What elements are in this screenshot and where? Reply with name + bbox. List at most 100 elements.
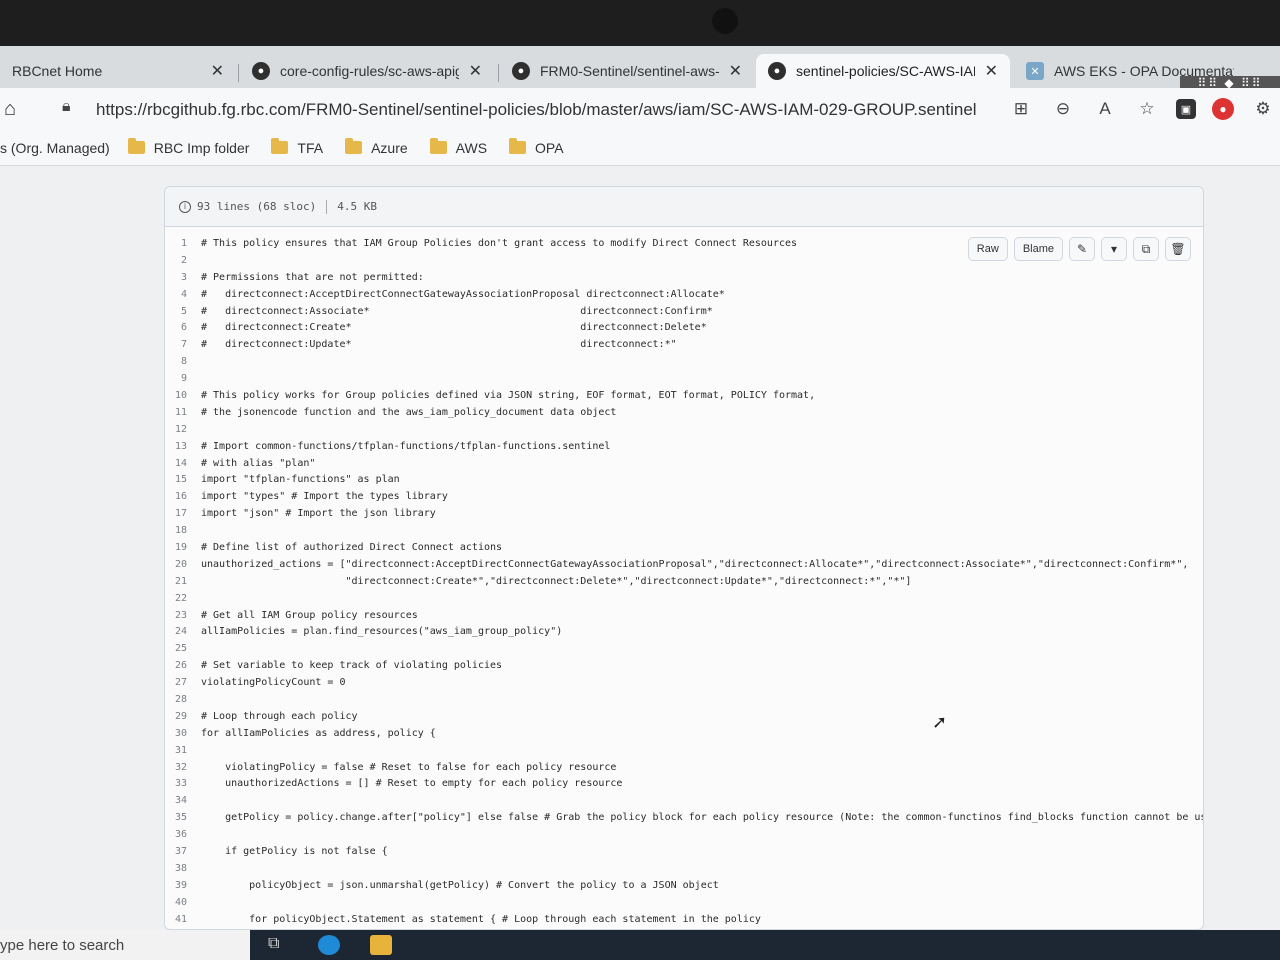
line-number[interactable]: 11 (165, 407, 201, 418)
line-number[interactable]: 1 (165, 238, 201, 249)
code-line: 12 (165, 421, 1203, 438)
close-icon[interactable]: ✕ (985, 61, 998, 81)
settings-icon[interactable]: ⚙ (1250, 96, 1276, 122)
line-number[interactable]: 20 (165, 559, 201, 570)
task-view-icon[interactable]: ⧉ (268, 935, 290, 955)
code-line: 34 (165, 792, 1203, 809)
code-line: 31 (165, 742, 1203, 759)
line-number[interactable]: 31 (165, 745, 201, 756)
folder-icon (127, 138, 145, 154)
line-number[interactable]: 24 (165, 626, 201, 637)
tab-divider (238, 64, 239, 82)
line-number[interactable]: 35 (165, 812, 201, 823)
line-number[interactable]: 17 (165, 508, 201, 519)
line-number[interactable]: 37 (165, 846, 201, 857)
code-line: 3 # Permissions that are not permitted: (165, 269, 1203, 286)
line-number[interactable]: 41 (165, 914, 201, 925)
file-explorer-icon[interactable] (370, 935, 392, 955)
zoom-icon[interactable]: ⊖ (1050, 96, 1076, 122)
line-number[interactable]: 21 (165, 576, 201, 587)
header-divider (326, 199, 328, 214)
mouse-cursor-icon: ➚ (932, 712, 948, 732)
line-number[interactable]: 39 (165, 880, 201, 891)
line-number[interactable]: 23 (165, 610, 201, 621)
line-number[interactable]: 33 (165, 778, 201, 789)
line-number[interactable]: 22 (165, 593, 201, 604)
line-number[interactable]: 7 (165, 339, 201, 350)
home-icon[interactable]: ⌂ (4, 98, 16, 121)
code-line: 25 (165, 640, 1203, 657)
line-number[interactable]: 29 (165, 711, 201, 722)
search-placeholder: ype here to search (0, 936, 125, 954)
code-text: violatingPolicyCount = 0 (201, 677, 346, 689)
line-number[interactable]: 36 (165, 829, 201, 840)
line-number[interactable]: 34 (165, 795, 201, 806)
line-number[interactable]: 5 (165, 306, 201, 317)
line-number[interactable]: 4 (165, 289, 201, 300)
read-aloud-icon[interactable]: A (1092, 96, 1118, 122)
code-line: 9 (165, 370, 1203, 387)
bookmark-label: TFA (297, 139, 324, 156)
apps-icon[interactable]: ⊞ (1008, 96, 1034, 122)
code-line: 10 # This policy works for Group policies… (165, 387, 1203, 404)
line-number[interactable]: 10 (165, 390, 201, 401)
line-number[interactable]: 3 (165, 272, 201, 283)
tab-core-config-rules[interactable]: ● core-config-rules/sc-aws-apigw- ✕ (240, 54, 494, 88)
url-field[interactable]: https://rbcgithub.fg.rbc.com/FRM0-Sentin… (96, 100, 977, 120)
bookmark-aws[interactable]: AWS (429, 138, 487, 156)
code-text: allIamPolicies = plan.find_resources("aw… (201, 626, 563, 638)
file-lines-info: 93 lines (68 sloc) (197, 200, 317, 213)
code-text: for policyObject.Statement as statement … (201, 913, 761, 925)
bookmark-rbc-imp-folder[interactable]: RBC Imp folder (127, 138, 249, 156)
line-number[interactable]: 14 (165, 458, 201, 469)
line-number[interactable]: 8 (165, 356, 201, 367)
profile-icon[interactable]: ● (1212, 98, 1234, 120)
code-line: 18 (165, 522, 1203, 539)
line-number[interactable]: 28 (165, 694, 201, 705)
line-number[interactable]: 32 (165, 762, 201, 773)
code-text: # Import common-functions/tfplan-functio… (201, 440, 611, 452)
bookmark-org-managed[interactable]: s (Org. Managed) (0, 140, 110, 156)
taskbar-search-input[interactable]: ype here to search (0, 930, 250, 960)
lock-icon[interactable]: 🔒︎ (62, 98, 71, 116)
line-number[interactable]: 16 (165, 491, 201, 502)
tab-rbcnet-home[interactable]: RBCnet Home ✕ (0, 54, 236, 88)
line-number[interactable]: 30 (165, 728, 201, 739)
line-number[interactable]: 19 (165, 542, 201, 553)
address-bar: ⌂ 🔒︎ https://rbcgithub.fg.rbc.com/FRM0-S… (0, 88, 1280, 130)
line-number[interactable]: 25 (165, 643, 201, 654)
line-number[interactable]: 9 (165, 373, 201, 384)
file-header: i 93 lines (68 sloc) 4.5 KB (165, 187, 1203, 227)
line-number[interactable]: 40 (165, 897, 201, 908)
tab-frm0-sentinel[interactable]: ● FRM0-Sentinel/sentinel-aws-poli ✕ (500, 54, 754, 88)
close-icon[interactable]: ✕ (211, 61, 224, 81)
bookmark-opa[interactable]: OPA (509, 138, 564, 156)
folder-icon (271, 138, 289, 154)
edge-browser-icon[interactable] (318, 935, 340, 955)
line-number[interactable]: 27 (165, 677, 201, 688)
favorite-star-icon[interactable]: ☆ (1134, 96, 1160, 122)
github-icon: ● (768, 62, 786, 80)
tab-sentinel-policies[interactable]: ● sentinel-policies/SC-AWS-IAM-0 ✕ (756, 54, 1010, 88)
bookmark-azure[interactable]: Azure (345, 138, 408, 156)
close-icon[interactable]: ✕ (469, 61, 482, 81)
bookmark-tfa[interactable]: TFA (271, 138, 324, 156)
code-text: getPolicy = policy.change.after["policy"… (201, 812, 1204, 824)
close-icon[interactable]: ✕ (729, 61, 742, 81)
screen-bezel (0, 0, 1280, 50)
code-text: unauthorized_actions = ["directconnect:A… (201, 558, 1189, 570)
line-number[interactable]: 38 (165, 863, 201, 874)
bookmark-label: OPA (535, 139, 564, 156)
line-number[interactable]: 18 (165, 525, 201, 536)
line-number[interactable]: 2 (165, 255, 201, 266)
line-number[interactable]: 13 (165, 441, 201, 452)
extension-icon[interactable]: ▣ (1176, 99, 1196, 119)
code-text: for allIamPolicies as address, policy { (201, 727, 436, 739)
line-number[interactable]: 6 (165, 322, 201, 333)
line-number[interactable]: 26 (165, 660, 201, 671)
code-line: 41 for policyObject.Statement as stateme… (165, 911, 1203, 928)
code-line: 28 (165, 691, 1203, 708)
github-icon: ● (252, 62, 270, 80)
line-number[interactable]: 12 (165, 424, 201, 435)
line-number[interactable]: 15 (165, 474, 201, 485)
